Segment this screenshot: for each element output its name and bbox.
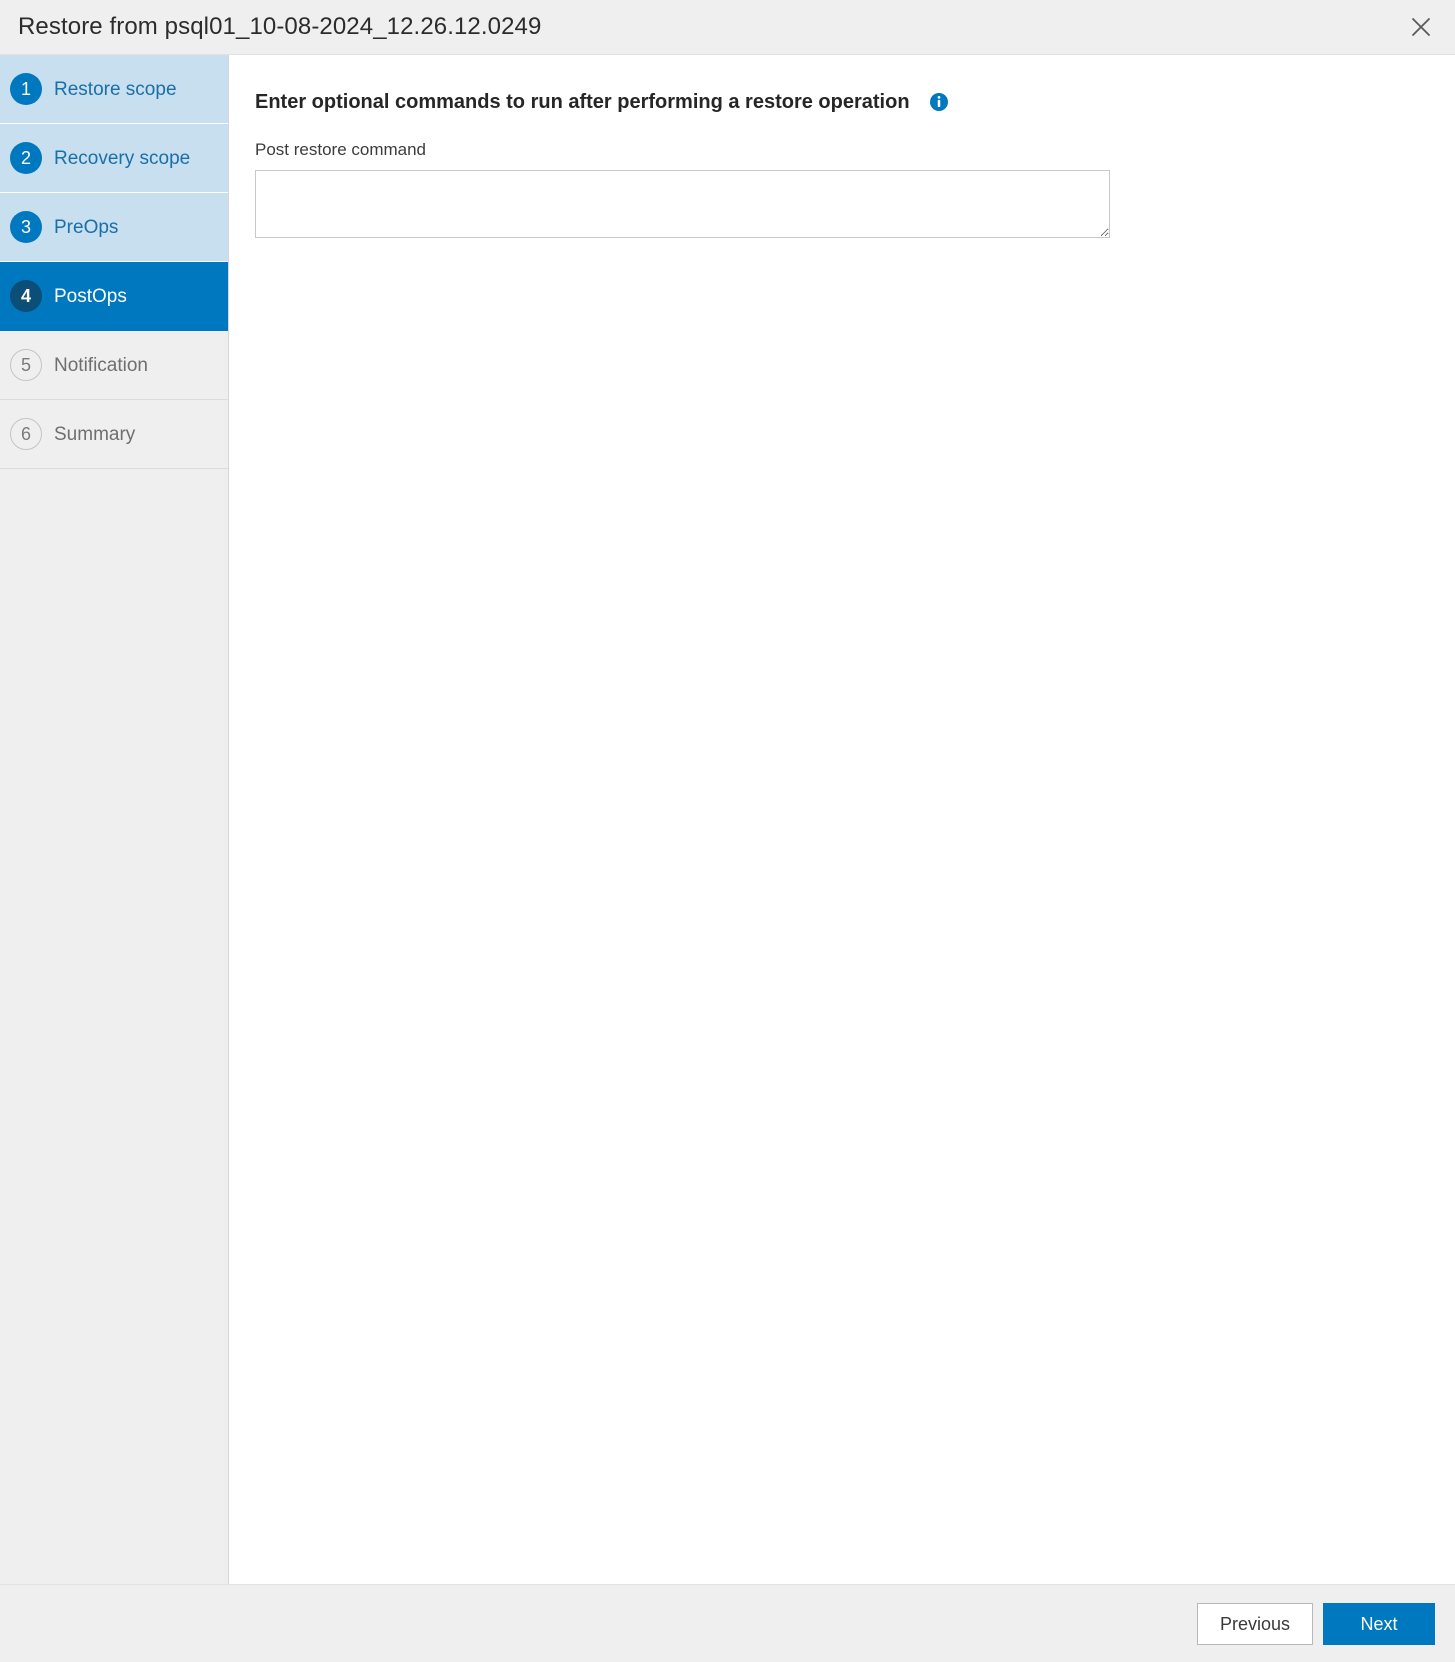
- close-icon-button[interactable]: [1401, 7, 1441, 47]
- sidebar-item-recovery-scope[interactable]: 2 Recovery scope: [0, 124, 228, 193]
- sidebar-item-summary[interactable]: 6 Summary: [0, 400, 228, 469]
- step-label-summary: Summary: [54, 423, 136, 445]
- sidebar-item-postops[interactable]: 4 PostOps: [0, 262, 228, 331]
- previous-button[interactable]: Previous: [1196, 1602, 1313, 1645]
- post-restore-command-input[interactable]: [255, 170, 1110, 239]
- step-number-3: 3: [10, 211, 42, 243]
- sidebar-item-notification[interactable]: 5 Notification: [0, 331, 228, 400]
- step-label-notification: Notification: [54, 354, 148, 376]
- step-label-recovery-scope: Recovery scope: [54, 147, 191, 169]
- step-label-restore-scope: Restore scope: [54, 78, 177, 100]
- postops-panel: Enter optional commands to run after per…: [229, 55, 1455, 1584]
- step-number-1: 1: [10, 73, 42, 105]
- step-number-4: 4: [10, 280, 42, 312]
- step-label-postops: PostOps: [54, 285, 127, 307]
- dialog-header: Restore from psql01_10-08-2024_12.26.12.…: [0, 0, 1455, 55]
- wizard-step-nav: 1 Restore scope 2 Recovery scope 3 PreOp…: [0, 55, 229, 1584]
- post-restore-command-label: Post restore command: [255, 140, 427, 159]
- close-icon: [1408, 14, 1434, 40]
- step-number-5: 5: [10, 349, 42, 381]
- sidebar-item-preops[interactable]: 3 PreOps: [0, 193, 228, 262]
- sidebar-filler: [0, 469, 228, 1584]
- restore-wizard-dialog: Restore from psql01_10-08-2024_12.26.12.…: [0, 0, 1455, 1662]
- step-label-preops: PreOps: [54, 216, 119, 238]
- step-number-2: 2: [10, 142, 42, 174]
- section-heading-row: Enter optional commands to run after per…: [255, 90, 1455, 114]
- step-number-6: 6: [10, 418, 42, 450]
- next-button[interactable]: Next: [1323, 1602, 1435, 1645]
- sidebar-item-restore-scope[interactable]: 1 Restore scope: [0, 55, 228, 124]
- page-title: Enter optional commands to run after per…: [255, 91, 910, 113]
- info-icon[interactable]: [929, 93, 948, 111]
- dialog-title: Restore from psql01_10-08-2024_12.26.12.…: [18, 13, 542, 40]
- dialog-footer: Previous Next: [0, 1584, 1455, 1662]
- dialog-body: 1 Restore scope 2 Recovery scope 3 PreOp…: [0, 55, 1455, 1584]
